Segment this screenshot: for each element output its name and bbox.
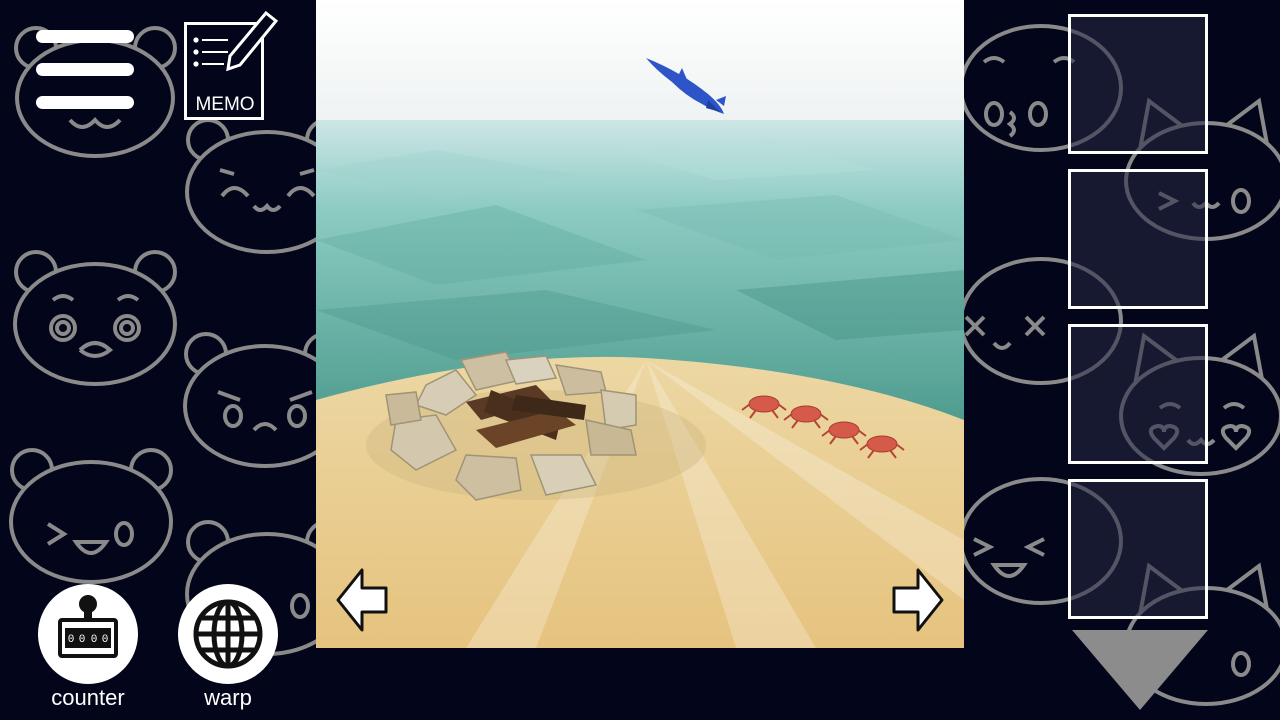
inventory-scroll-down-button[interactable] xyxy=(1070,630,1210,712)
bear-face-decoration-icon xyxy=(8,240,183,390)
svg-text:0: 0 xyxy=(91,634,98,646)
svg-text:0: 0 xyxy=(68,634,75,646)
bear-face-decoration-icon xyxy=(4,438,179,588)
triangle-down-icon xyxy=(1072,630,1208,710)
nav-right-button[interactable] xyxy=(888,562,946,638)
nav-left-button[interactable] xyxy=(334,562,392,638)
bear-face-decoration-icon xyxy=(178,322,316,472)
counter-button[interactable]: 0000 xyxy=(38,584,138,684)
inventory-slot-4[interactable] xyxy=(1068,479,1208,619)
inventory-slot-3[interactable] xyxy=(1068,324,1208,464)
counter-label: counter xyxy=(51,685,125,710)
warp-button[interactable] xyxy=(178,584,278,684)
memo-button[interactable]: MEMO xyxy=(184,10,280,122)
svg-text:0: 0 xyxy=(102,634,109,646)
svg-text:0: 0 xyxy=(79,634,86,646)
globe-icon xyxy=(193,599,263,669)
scene-bottom-bar xyxy=(316,648,964,720)
bear-face-decoration-icon xyxy=(180,108,316,258)
game-scene-view[interactable] xyxy=(316,0,964,648)
warp-label: warp xyxy=(204,685,252,710)
arrow-left-icon xyxy=(336,568,388,632)
inventory-slot-1[interactable] xyxy=(1068,14,1208,154)
menu-button[interactable] xyxy=(36,26,136,114)
arrow-right-icon xyxy=(892,568,944,632)
left-panel: MEMO 0000 counter warp xyxy=(0,0,316,720)
counter-icon: 0000 xyxy=(58,595,118,658)
memo-label: MEMO xyxy=(195,94,255,115)
inventory-slot-2[interactable] xyxy=(1068,169,1208,309)
